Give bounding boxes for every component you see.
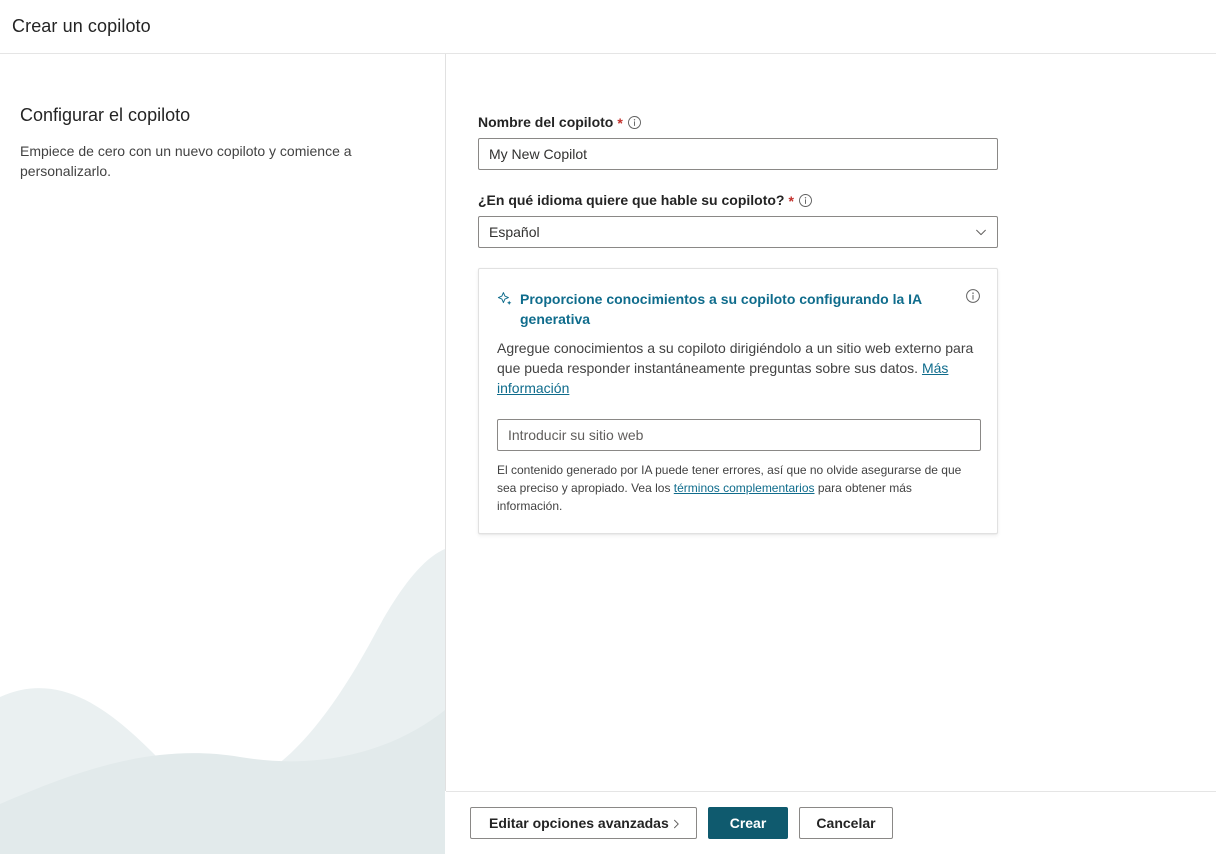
- copilot-name-field-group: Nombre del copiloto *: [478, 112, 998, 170]
- website-url-input[interactable]: [497, 419, 981, 451]
- copilot-language-field-group: ¿En qué idioma quiere que hable su copil…: [478, 190, 998, 248]
- decorative-wave-graphic: [0, 549, 445, 854]
- supplemental-terms-link[interactable]: términos complementarios: [674, 481, 815, 495]
- page-body: Configurar el copiloto Empiece de cero c…: [0, 54, 1216, 854]
- info-icon[interactable]: [627, 114, 643, 130]
- info-icon[interactable]: [798, 192, 814, 208]
- form-column: Nombre del copiloto * ¿En qué idioma q: [478, 112, 998, 534]
- cancel-button-label: Cancelar: [816, 815, 876, 831]
- create-button-label: Crear: [729, 815, 767, 831]
- sparkle-icon: [497, 291, 514, 308]
- generative-ai-card-body-text: Agregue conocimientos a su copiloto diri…: [497, 340, 974, 376]
- required-asterisk: *: [788, 193, 794, 209]
- create-button[interactable]: Crear: [708, 807, 788, 839]
- dialog-footer: Editar opciones avanzadas Crear Cancelar: [446, 791, 1216, 854]
- copilot-name-label-text: Nombre del copiloto: [478, 114, 614, 130]
- generative-ai-card-header: Proporcione conocimientos a su copiloto …: [497, 289, 979, 329]
- copilot-language-selected-value: Español: [489, 224, 540, 240]
- generative-ai-card: Proporcione conocimientos a su copiloto …: [478, 268, 998, 534]
- edit-advanced-options-button[interactable]: Editar opciones avanzadas: [470, 807, 697, 839]
- left-info-pane: Configurar el copiloto Empiece de cero c…: [0, 54, 445, 854]
- copilot-language-label-text: ¿En qué idioma quiere que hable su copil…: [478, 192, 785, 208]
- chevron-right-icon: [670, 817, 682, 829]
- copilot-language-select[interactable]: Español: [478, 216, 998, 248]
- edit-advanced-options-label: Editar opciones avanzadas: [489, 815, 669, 831]
- pane-divider: [445, 54, 446, 791]
- cancel-button[interactable]: Cancelar: [799, 807, 893, 839]
- left-pane-content: Configurar el copiloto Empiece de cero c…: [0, 54, 445, 181]
- configure-copilot-heading: Configurar el copiloto: [20, 105, 191, 125]
- info-icon[interactable]: [965, 288, 981, 304]
- required-asterisk: *: [617, 115, 623, 131]
- copilot-name-input[interactable]: [478, 138, 998, 170]
- generative-ai-card-body: Agregue conocimientos a su copiloto diri…: [497, 338, 979, 398]
- copilot-language-select-wrap: Español: [478, 216, 998, 248]
- configure-copilot-description: Empiece de cero con un nuevo copiloto y …: [20, 143, 352, 180]
- right-form-pane: Nombre del copiloto * ¿En qué idioma q: [445, 54, 1216, 854]
- ai-content-disclaimer: El contenido generado por IA puede tener…: [497, 461, 979, 515]
- page-header: Crear un copiloto: [0, 0, 1216, 54]
- generative-ai-card-title: Proporcione conocimientos a su copiloto …: [520, 291, 922, 327]
- page-title: Crear un copiloto: [12, 16, 151, 36]
- copilot-language-label: ¿En qué idioma quiere que hable su copil…: [478, 190, 998, 210]
- copilot-name-label: Nombre del copiloto *: [478, 112, 998, 132]
